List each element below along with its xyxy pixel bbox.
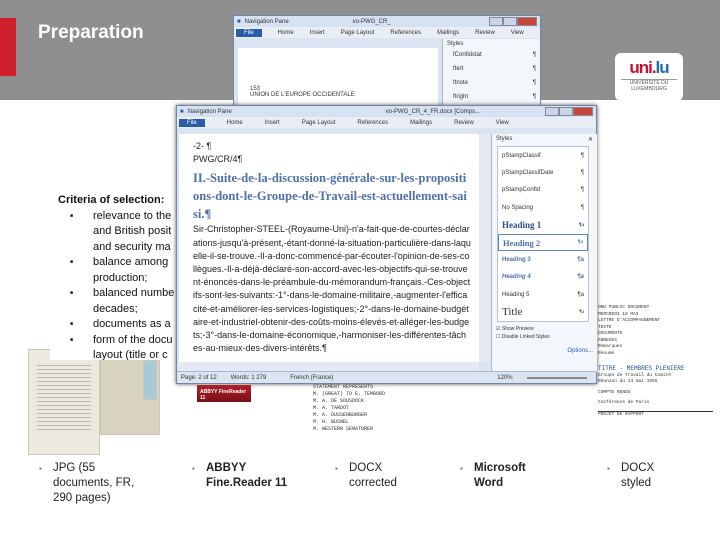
close-icon[interactable]: ✕ bbox=[588, 136, 593, 143]
tab-file[interactable]: File bbox=[236, 28, 262, 37]
tab-home[interactable]: Home bbox=[278, 30, 294, 36]
tab-view[interactable]: View bbox=[496, 120, 509, 126]
criteria-item: documents as a bbox=[70, 317, 180, 333]
style-item[interactable]: No Spacing ¶ bbox=[498, 199, 588, 216]
style-item[interactable]: ftright ¶ bbox=[443, 90, 540, 104]
word-window-back: ■ Navigation Pane vo-PWG_CR_ File Home Inser… bbox=[233, 15, 541, 107]
maximize-button[interactable] bbox=[559, 107, 573, 116]
scan-image bbox=[143, 360, 157, 400]
slide-title: Preparation bbox=[38, 22, 144, 43]
close-button[interactable] bbox=[573, 107, 593, 116]
style-item[interactable]: pStampConfid ¶ bbox=[498, 182, 588, 199]
disable-linked-checkbox[interactable]: ☐ Disable Linked Styles bbox=[492, 332, 597, 342]
status-bar: Page: 2 of 12 Words: 1 279 French (Franc… bbox=[177, 371, 596, 383]
word-count[interactable]: Words: 1 279 bbox=[231, 375, 267, 381]
bottom-snippet: STATEMENT REPRESENTS M. (GREAT) TO E. TEM… bbox=[313, 384, 386, 432]
caption-jpg: ▪ JPG (55 documents, FR, 290 pages) bbox=[39, 462, 135, 504]
style-item[interactable]: pStampClassif ¶ bbox=[498, 147, 588, 164]
style-item-selected[interactable]: Heading 2 ¶a bbox=[498, 233, 588, 252]
language[interactable]: French (France) bbox=[290, 375, 333, 381]
tab-view[interactable]: View bbox=[511, 30, 524, 36]
style-item[interactable]: Heading 4 ¶a bbox=[498, 269, 588, 286]
criteria-item: form of the doculayout (title or c bbox=[70, 333, 180, 361]
scan-image bbox=[28, 349, 100, 455]
word-icon: ■ bbox=[180, 108, 184, 115]
caption-docx-corrected: ▪ DOCX corrected bbox=[335, 462, 397, 489]
document-page[interactable]: 153 UNION DE L'EUROPE OCCIDENTALE bbox=[238, 48, 438, 106]
zoom-slider[interactable] bbox=[526, 376, 587, 379]
word-window-main: ■ Navigation Pane vo-PWG_CR_4_FR.docx [Com… bbox=[176, 105, 597, 384]
accent-bar bbox=[0, 18, 16, 76]
style-item[interactable]: pStampClassifDate ¶ bbox=[498, 164, 588, 181]
show-preview-checkbox[interactable]: ☑ Show Preview bbox=[492, 322, 597, 332]
criteria-item: balance amongproduction; bbox=[70, 255, 180, 286]
caption-docx-styled: ▪ DOCX styled bbox=[607, 462, 655, 489]
page-count[interactable]: Page: 2 of 12 bbox=[181, 375, 217, 381]
tab-review[interactable]: Review bbox=[454, 120, 474, 126]
caption-word: ▪ Microsoft Word bbox=[460, 462, 526, 489]
style-item[interactable]: ftnote ¶ bbox=[443, 76, 540, 90]
word-icon: ■ bbox=[237, 18, 241, 25]
styles-pane: Styles fConfidstat ¶ ftert ¶ ftnote ¶ ftrig… bbox=[442, 39, 540, 107]
options-link[interactable]: Options... bbox=[492, 342, 597, 360]
tab-home[interactable]: Home bbox=[227, 120, 243, 126]
tab-references[interactable]: References bbox=[390, 30, 421, 36]
minimize-button[interactable] bbox=[545, 107, 559, 116]
document-heading: II.-Suite-de-la-discussion-générale-sur-… bbox=[193, 171, 467, 222]
tab-insert[interactable]: Insert bbox=[265, 120, 280, 126]
document-body: Sir-Christopher-STEEL-(Royaume-Uni)-n'a-… bbox=[193, 224, 471, 354]
style-item[interactable]: fConfidstat ¶ bbox=[443, 48, 540, 62]
document-page[interactable]: -2- ¶ PWG/CR/4¶ II.-Suite-de-la-discussi… bbox=[179, 134, 479, 362]
tab-mailings[interactable]: Mailings bbox=[410, 120, 432, 126]
style-item[interactable]: ftert ¶ bbox=[443, 62, 540, 76]
zoom-level[interactable]: 120% bbox=[497, 375, 512, 381]
tab-mailings[interactable]: Mailings bbox=[437, 30, 459, 36]
style-item[interactable]: Title ¶a bbox=[498, 304, 588, 321]
caption-abbyy: ▪ ABBYY Fine.Reader 11 bbox=[192, 462, 288, 489]
tab-page-layout[interactable]: Page Layout bbox=[302, 120, 336, 126]
style-item[interactable]: Heading 5 ¶a bbox=[498, 286, 588, 303]
styles-pane: Styles ✕ pStampClassif ¶ pStampClassifDate… bbox=[491, 134, 597, 372]
abbyy-badge: ABBYY FineReader 11 bbox=[197, 385, 251, 402]
university-logo: uni.lu UNIVERSITÉ DU LUXEMBOURG bbox=[615, 53, 683, 101]
style-item[interactable]: Heading 3 ¶a bbox=[498, 251, 588, 268]
tab-references[interactable]: References bbox=[357, 120, 388, 126]
vertical-scrollbar[interactable] bbox=[479, 134, 491, 362]
close-button[interactable] bbox=[517, 17, 537, 26]
criteria-item: balanced numbedecades; bbox=[70, 286, 180, 317]
tab-file[interactable]: File bbox=[179, 118, 205, 127]
tab-insert[interactable]: Insert bbox=[310, 30, 325, 36]
right-snippet: ONU PUBLIC DOCUMENT MERCREDI 18 MAI LETTRE… bbox=[598, 305, 713, 418]
tab-review[interactable]: Review bbox=[475, 30, 495, 36]
criteria-box: Criteria of selection: relevance to thea… bbox=[50, 190, 180, 360]
criteria-item: relevance to theand British positand sec… bbox=[70, 209, 180, 256]
tab-layout[interactable]: Page Layout bbox=[341, 30, 375, 36]
style-item[interactable]: Heading 1 ¶a bbox=[498, 217, 588, 234]
